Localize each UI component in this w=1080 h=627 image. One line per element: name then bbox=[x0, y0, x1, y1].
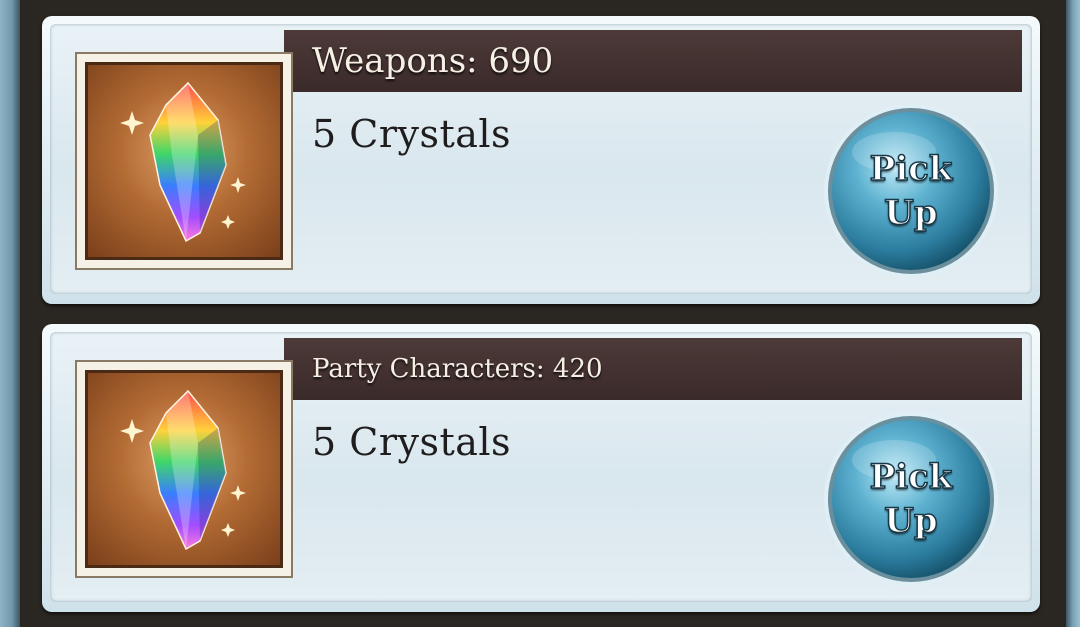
right-frame-rail bbox=[1066, 0, 1080, 627]
reward-category-label: Party Characters: 420 bbox=[312, 354, 603, 384]
pick-up-label: Pick Up bbox=[869, 148, 953, 234]
reward-card: Weapons: 690 5 Crystals Pick Up bbox=[42, 16, 1040, 304]
reward-category-bar: Party Characters: 420 bbox=[284, 338, 1022, 400]
rainbow-crystal-icon bbox=[85, 62, 283, 260]
pick-up-button[interactable]: Pick Up bbox=[822, 410, 1000, 588]
reward-category-label: Weapons: 690 bbox=[312, 41, 554, 81]
reward-amount-text: 5 Crystals bbox=[312, 112, 512, 156]
reward-amount-text: 5 Crystals bbox=[312, 420, 512, 464]
pick-up-button[interactable]: Pick Up bbox=[822, 102, 1000, 280]
left-frame-rail bbox=[0, 0, 20, 627]
rainbow-crystal-icon bbox=[85, 370, 283, 568]
reward-icon-frame bbox=[75, 52, 293, 270]
pick-up-label: Pick Up bbox=[869, 456, 953, 542]
reward-icon-frame bbox=[75, 360, 293, 578]
reward-card: Party Characters: 420 5 Crystals Pick Up bbox=[42, 324, 1040, 612]
reward-category-bar: Weapons: 690 bbox=[284, 30, 1022, 92]
